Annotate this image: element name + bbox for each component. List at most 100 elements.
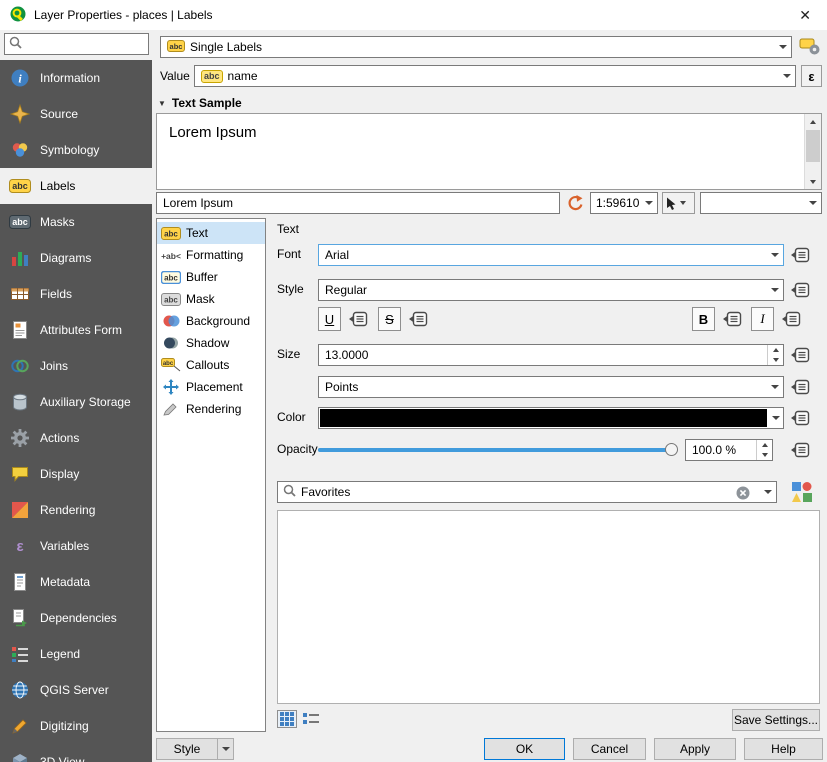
map-settings-button[interactable] [662,192,695,214]
style-override-button[interactable] [788,279,812,301]
sidebar-item-rendering[interactable]: Rendering [0,492,152,528]
color-label: Color [277,410,306,424]
placement-tab-icon [161,379,181,395]
sidebar-item-dependencies[interactable]: Dependencies [0,600,152,636]
sidebar-item-labels[interactable]: abc Labels [0,168,152,204]
legend-icon [9,643,31,665]
sidebar-item-label: Diagrams [40,251,91,265]
size-unit-select[interactable]: Points [318,376,784,398]
tab-mask[interactable]: abc Mask [157,288,265,310]
sidebar-item-symbology[interactable]: Symbology [0,132,152,168]
sidebar-search-input[interactable] [26,37,144,51]
sidebar-item-source[interactable]: Source [0,96,152,132]
scrollbar-thumb[interactable] [806,130,820,162]
expression-builder-button[interactable]: ε [801,65,822,87]
labeling-mode-select[interactable]: abc Single Labels [160,36,792,58]
svg-text:abc: abc [164,295,178,304]
tab-buffer[interactable]: abc Buffer [157,266,265,288]
sidebar-item-information[interactable]: i Information [0,60,152,96]
opacity-slider[interactable] [318,439,678,461]
sidebar-item-joins[interactable]: Joins [0,348,152,384]
close-button[interactable]: ✕ [793,5,817,26]
italic-button[interactable]: I [751,307,774,331]
sidebar-item-fields[interactable]: Fields [0,276,152,312]
buffer-tab-icon: abc [161,271,181,284]
underline-button[interactable]: U [318,307,341,331]
font-color-button[interactable] [318,407,784,429]
bold-button[interactable]: B [692,307,715,331]
fields-icon [9,283,31,305]
filter-dropdown-arrow[interactable] [759,482,776,502]
clear-filter-button[interactable] [736,486,750,503]
preset-list[interactable] [277,510,820,704]
sidebar-item-qgis-server[interactable]: QGIS Server [0,672,152,708]
tab-formatting[interactable]: +ab< Formatting [157,244,265,266]
sidebar-item-metadata[interactable]: Metadata [0,564,152,600]
bold-override-button[interactable] [720,308,744,330]
sidebar-item-display[interactable]: Display [0,456,152,492]
sidebar-item-auxiliary-storage[interactable]: Auxiliary Storage [0,384,152,420]
unit-override-button[interactable] [788,376,812,398]
scroll-down-button[interactable] [805,174,821,189]
icon-view-button[interactable] [277,710,297,728]
text-sample-section-header[interactable]: ▼ Text Sample [158,96,242,110]
italic-override-button[interactable] [779,308,803,330]
font-family-select[interactable]: Arial [318,244,784,266]
strikethrough-button[interactable]: S [378,307,401,331]
list-view-button[interactable] [301,710,321,728]
sidebar-item-legend[interactable]: Legend [0,636,152,672]
tab-callouts[interactable]: abc Callouts [157,354,265,376]
data-defined-override-icon [722,311,742,327]
opacity-override-button[interactable] [788,439,812,461]
value-field-select[interactable]: abc name [194,65,796,87]
expression-icon: ε [808,69,814,84]
apply-button[interactable]: Apply [654,738,736,760]
tab-label: Callouts [186,358,229,372]
dropdown-arrow-icon[interactable] [768,408,783,428]
dropdown-arrow-icon [217,739,233,759]
font-override-button[interactable] [788,244,812,266]
tab-rendering[interactable]: Rendering [157,398,265,420]
reset-sample-button[interactable] [564,192,586,214]
sidebar-item-3d-view[interactable]: 3D View [0,744,152,762]
underline-override-button[interactable] [346,308,370,330]
sidebar-item-actions[interactable]: Actions [0,420,152,456]
tab-placement[interactable]: Placement [157,376,265,398]
preview-scrollbar[interactable] [804,114,821,189]
sidebar-item-variables[interactable]: ε Variables [0,528,152,564]
ok-button[interactable]: OK [484,738,565,760]
tab-background[interactable]: Background [157,310,265,332]
sidebar: i Information Source Symbology abc Label… [0,60,152,762]
strikethrough-override-button[interactable] [406,308,430,330]
tab-shadow[interactable]: Shadow [157,332,265,354]
color-override-button[interactable] [788,407,812,429]
opacity-spinbox[interactable]: 100.0 % [685,439,773,461]
favorites-filter-box[interactable]: Favorites [277,481,777,503]
scroll-up-button[interactable] [805,114,821,129]
value-field-name: name [228,69,258,83]
sidebar-item-masks[interactable]: abc Masks [0,204,152,240]
sidebar-item-diagrams[interactable]: Diagrams [0,240,152,276]
sample-background-select[interactable] [700,192,822,214]
sidebar-item-digitizing[interactable]: Digitizing [0,708,152,744]
spin-buttons[interactable] [756,440,772,460]
tab-text[interactable]: abc Text [157,222,265,244]
style-manager-button[interactable] [789,479,815,505]
slider-handle[interactable] [665,443,678,456]
svg-text:abc: abc [12,217,28,227]
font-style-select[interactable]: Regular [318,279,784,301]
size-override-button[interactable] [788,344,812,366]
sidebar-item-attributes-form[interactable]: Attributes Form [0,312,152,348]
spin-buttons[interactable] [767,345,783,365]
cancel-button[interactable]: Cancel [573,738,646,760]
style-menu-button[interactable]: Style [156,738,234,760]
auto-placement-settings-button[interactable] [798,34,822,58]
save-settings-button[interactable]: Save Settings... [732,709,820,731]
sample-text-input[interactable] [163,196,553,210]
window-title: Layer Properties - places | Labels [34,8,785,22]
sample-scale-select[interactable]: 1:59610 [590,192,658,214]
size-spinbox[interactable]: 13.0000 [318,344,784,366]
opacity-label: Opacity [277,442,318,456]
help-button[interactable]: Help [744,738,823,760]
background-tab-icon [161,314,181,328]
